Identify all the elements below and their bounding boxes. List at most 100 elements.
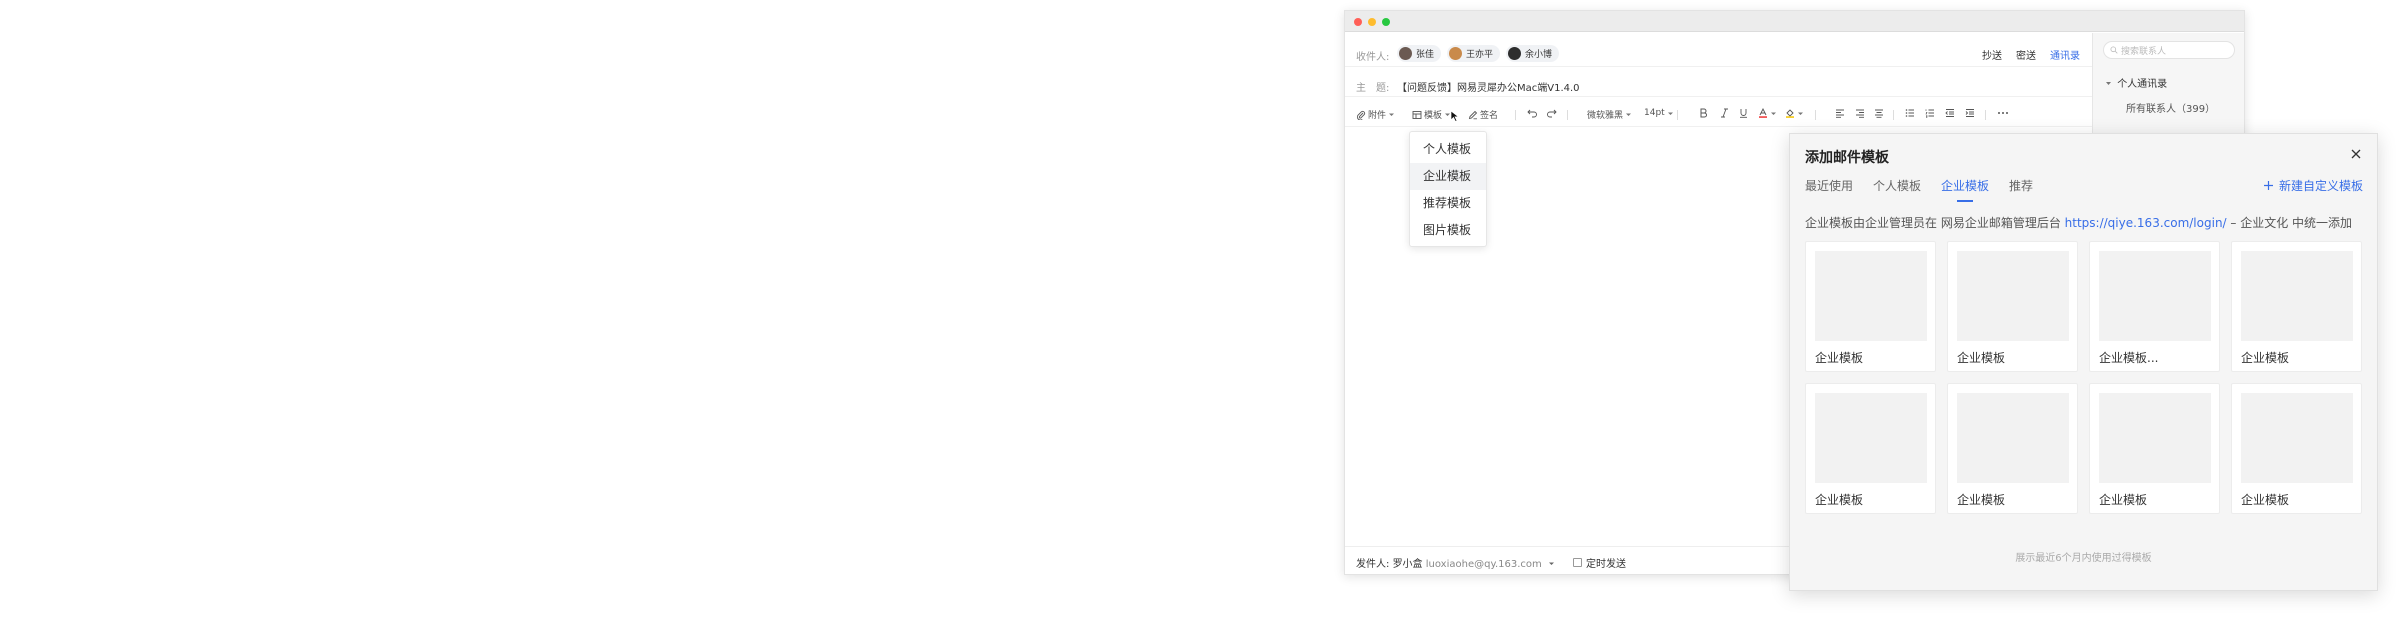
italic-button[interactable] bbox=[1720, 108, 1729, 118]
sender-select[interactable]: 发件人: 罗小盒 luoxiaohe@qy.163.com bbox=[1356, 555, 1555, 570]
template-card[interactable]: 企业模板 bbox=[2231, 241, 2362, 372]
subject-label: 主 题: bbox=[1356, 83, 1390, 94]
sender-email: luoxiaohe@qy.163.com bbox=[1425, 559, 1542, 570]
template-card[interactable]: 企业模板 bbox=[1947, 241, 2078, 372]
panel-title: 添加邮件模板 bbox=[1805, 150, 1889, 166]
underline-button[interactable] bbox=[1739, 108, 1748, 118]
minimize-window-button[interactable] bbox=[1368, 18, 1376, 26]
recipient-chip[interactable]: 王亦平 bbox=[1447, 45, 1501, 62]
plus-icon bbox=[2263, 181, 2273, 190]
highlight-color-button[interactable] bbox=[1785, 108, 1804, 118]
maximize-window-button[interactable] bbox=[1382, 18, 1390, 26]
menu-item-personal-template[interactable]: 个人模板 bbox=[1410, 136, 1486, 163]
undo-button[interactable] bbox=[1527, 108, 1538, 118]
scheduled-send-checkbox[interactable] bbox=[1573, 558, 1582, 567]
font-color-button[interactable] bbox=[1758, 108, 1777, 118]
template-grid: 企业模板 企业模板 企业模板... 企业模板 企业模板 企业模板 企业模板 企业… bbox=[1805, 241, 2363, 514]
contact-group-label: 个人通讯录 bbox=[2117, 79, 2168, 90]
recipients-row: 收件人: 张佳 王亦平 余小博 抄送 密送 通讯录 bbox=[1345, 41, 2092, 67]
sender-name: 罗小盒 bbox=[1392, 559, 1423, 570]
redo-icon bbox=[1547, 109, 1557, 118]
description-suffix: – 企业文化 中统一添加 bbox=[2230, 216, 2353, 230]
enterprise-template-description: 企业模板由企业管理员在 网易企业邮箱管理后台 https://qiye.163.… bbox=[1805, 214, 2352, 231]
font-color-icon bbox=[1759, 108, 1767, 118]
scheduled-send-label: 定时发送 bbox=[1586, 559, 1626, 570]
signature-button[interactable]: 签名 bbox=[1468, 108, 1498, 121]
avatar bbox=[1449, 47, 1463, 60]
template-card[interactable]: 企业模板 bbox=[2231, 383, 2362, 514]
contact-group-personal[interactable]: 个人通讯录 bbox=[2105, 75, 2167, 90]
template-thumbnail bbox=[2241, 393, 2353, 483]
font-size-value: 14pt bbox=[1644, 108, 1665, 118]
toolbar-divider bbox=[1567, 110, 1568, 120]
template-button[interactable]: 模板 bbox=[1412, 108, 1451, 121]
font-size-select[interactable]: 14pt bbox=[1644, 108, 1674, 118]
numbered-list-button[interactable] bbox=[1925, 108, 1935, 118]
paperclip-icon bbox=[1356, 110, 1366, 120]
template-card[interactable]: 企业模板... bbox=[2089, 241, 2220, 372]
template-panel: 添加邮件模板 最近使用 个人模板 企业模板 推荐 新建自定义模板 企业模板由企业… bbox=[1789, 133, 2378, 591]
attach-button[interactable]: 附件 bbox=[1356, 108, 1395, 121]
cc-link[interactable]: 抄送 bbox=[1982, 47, 2002, 62]
description-text: 企业模板由企业管理员在 网易企业邮箱管理后台 bbox=[1805, 216, 2061, 230]
close-window-button[interactable] bbox=[1354, 18, 1362, 26]
outdent-button[interactable] bbox=[1945, 108, 1955, 118]
tab-recent[interactable]: 最近使用 bbox=[1805, 177, 1853, 200]
scheduled-send-toggle[interactable]: 定时发送 bbox=[1573, 555, 1626, 570]
toolbar-divider bbox=[1985, 110, 1986, 120]
close-icon[interactable] bbox=[2350, 148, 2362, 160]
new-custom-template-button[interactable]: 新建自定义模板 bbox=[2263, 177, 2363, 194]
indent-icon bbox=[1965, 109, 1974, 117]
template-thumbnail bbox=[2241, 251, 2353, 341]
font-family-select[interactable]: 微软雅黑 bbox=[1587, 108, 1632, 121]
recipient-chip[interactable]: 余小博 bbox=[1506, 45, 1560, 62]
menu-item-recommended-template[interactable]: 推荐模板 bbox=[1410, 190, 1486, 217]
chevron-down-icon bbox=[1771, 112, 1776, 115]
window-titlebar bbox=[1345, 11, 2244, 32]
template-card[interactable]: 企业模板 bbox=[1947, 383, 2078, 514]
template-name: 企业模板 bbox=[2241, 351, 2290, 365]
template-thumbnail bbox=[2099, 393, 2211, 483]
align-left-button[interactable] bbox=[1835, 108, 1845, 118]
bold-button[interactable] bbox=[1699, 108, 1708, 118]
from-label: 发件人: bbox=[1356, 559, 1390, 570]
redo-button[interactable] bbox=[1546, 108, 1557, 118]
template-card[interactable]: 企业模板 bbox=[1805, 241, 1936, 372]
contact-search-input[interactable]: 搜索联系人 bbox=[2103, 41, 2235, 59]
template-card[interactable]: 企业模板 bbox=[1805, 383, 1936, 514]
recipient-actions: 抄送 密送 通讯录 bbox=[1982, 47, 2080, 62]
tab-personal[interactable]: 个人模板 bbox=[1873, 177, 1921, 200]
avatar bbox=[1508, 47, 1522, 60]
tab-recommended[interactable]: 推荐 bbox=[2009, 177, 2033, 200]
recipient-name: 王亦平 bbox=[1466, 50, 1494, 60]
new-template-label: 新建自定义模板 bbox=[2278, 179, 2363, 193]
template-name: 企业模板 bbox=[1957, 351, 2006, 365]
template-thumbnail bbox=[1957, 393, 2069, 483]
contacts-link[interactable]: 通讯录 bbox=[2050, 47, 2080, 62]
align-right-button[interactable] bbox=[1855, 108, 1865, 118]
template-name: 企业模板 bbox=[2099, 493, 2148, 507]
contact-search-placeholder: 搜索联系人 bbox=[2121, 46, 2167, 57]
recipient-chip[interactable]: 张佳 bbox=[1397, 45, 1442, 62]
align-left-icon bbox=[1836, 109, 1844, 118]
bullet-list-button[interactable] bbox=[1905, 108, 1915, 118]
toolbar-divider bbox=[1515, 110, 1516, 120]
menu-item-enterprise-template[interactable]: 企业模板 bbox=[1410, 163, 1486, 190]
signature-label: 签名 bbox=[1480, 111, 1499, 121]
bcc-link[interactable]: 密送 bbox=[2016, 47, 2036, 62]
all-contacts-item[interactable]: 所有联系人（399） bbox=[2126, 100, 2215, 115]
template-footnote: 展示最近6个月内使用过得模板 bbox=[2015, 553, 2152, 564]
font-family-value: 微软雅黑 bbox=[1587, 111, 1624, 121]
subject-field[interactable]: 【问题反馈】网易灵犀办公Mac端V1.4.0 bbox=[1397, 79, 1580, 94]
chevron-down-icon bbox=[1626, 113, 1632, 116]
align-center-button[interactable] bbox=[1874, 108, 1884, 118]
template-card[interactable]: 企业模板 bbox=[2089, 383, 2220, 514]
more-button[interactable] bbox=[1997, 108, 2009, 118]
menu-item-image-template[interactable]: 图片模板 bbox=[1410, 217, 1486, 244]
tab-enterprise[interactable]: 企业模板 bbox=[1941, 177, 1989, 200]
template-thumbnail bbox=[2099, 251, 2211, 341]
caret-down-icon bbox=[2106, 82, 2111, 85]
chevron-down-icon bbox=[1389, 113, 1395, 116]
admin-console-link[interactable]: https://qiye.163.com/login/ bbox=[2065, 216, 2227, 230]
indent-button[interactable] bbox=[1965, 108, 1975, 118]
